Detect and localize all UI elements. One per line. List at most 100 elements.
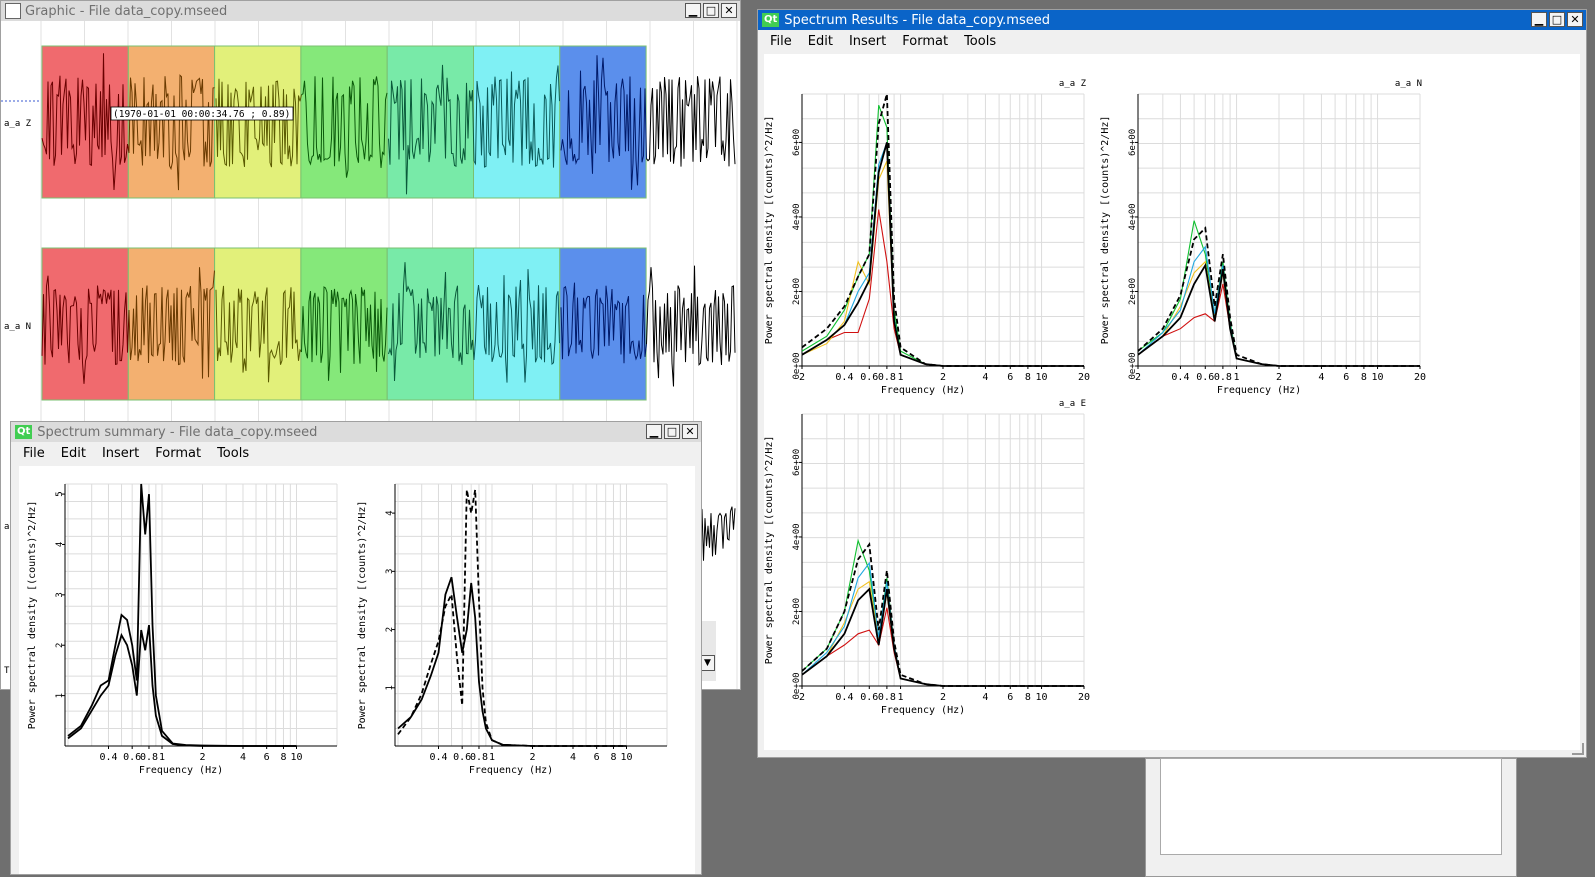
y-tick-label: 3 xyxy=(385,569,395,574)
waveform-trace xyxy=(646,265,736,387)
results-menubar: File Edit Insert Format Tools xyxy=(758,30,1586,52)
y-tick-label: 2 xyxy=(385,627,395,632)
x-tick-label: 0.6 xyxy=(1196,372,1214,383)
x-tick-label: 0.8 xyxy=(878,372,896,383)
minimize-button[interactable]: ▁ xyxy=(646,424,662,439)
x-tick-label: 0.8 xyxy=(140,752,158,763)
x-tick-label: 2 xyxy=(529,752,535,763)
y-tick-label: 4e+00 xyxy=(1128,203,1138,230)
y-axis-label: Power spectral density [(counts)^2/Hz] xyxy=(1100,116,1111,345)
maximize-button[interactable]: □ xyxy=(703,3,719,18)
spectrum-results-window: Qt Spectrum Results - File data_copy.mse… xyxy=(757,9,1587,758)
spectrum-panel-results-Z: 0e+002e+004e+006e+002 0.4 0.6 0.8 1 2 4 6 8 10 20F… xyxy=(764,79,1090,396)
results-titlebar[interactable]: Qt Spectrum Results - File data_copy.mse… xyxy=(758,10,1586,30)
graphic-titlebar[interactable]: Graphic - File data_copy.mseed ▁ □ ✕ xyxy=(1,1,740,21)
x-tick-label: 0.4 xyxy=(99,752,117,763)
x-tick-label: 20 xyxy=(1078,372,1090,383)
menu-tools[interactable]: Tools xyxy=(209,446,257,461)
x-axis-label: Frequency (Hz) xyxy=(139,765,223,776)
menu-format[interactable]: Format xyxy=(147,446,209,461)
x-tick-label: 2 xyxy=(799,692,805,703)
graphic-window-title: Graphic - File data_copy.mseed xyxy=(25,3,228,19)
summary-plots: 123450.4 0.60.8 1 2 4 6 8 10Frequency (Hz)Power… xyxy=(27,483,668,776)
x-tick-label: 2 xyxy=(1135,372,1141,383)
summary-titlebar[interactable]: Qt Spectrum summary - File data_copy.mse… xyxy=(11,422,701,442)
maximize-button[interactable]: □ xyxy=(1549,12,1565,27)
menu-file[interactable]: File xyxy=(15,446,53,461)
spectrum-panel-results-E: 0e+002e+004e+006e+002 0.4 0.6 0.8 1 2 4 6 8 10 20F… xyxy=(764,399,1090,716)
spectrum-panel-results-N: 0e+002e+004e+006e+002 0.4 0.6 0.8 1 2 4 6 8 10 20F… xyxy=(1100,79,1426,396)
x-axis-label: Frequency (Hz) xyxy=(469,765,553,776)
minimize-button[interactable]: ▁ xyxy=(1531,12,1547,27)
y-tick-label: 6e+00 xyxy=(1128,129,1138,156)
y-tick-label: 1 xyxy=(55,693,65,698)
waveform-trace xyxy=(646,76,736,167)
spectrum-summary-window: Qt Spectrum summary - File data_copy.mse… xyxy=(10,421,702,875)
y-tick-label: 6e+00 xyxy=(792,129,802,156)
y-tick-label: 5 xyxy=(55,491,65,496)
menu-tools[interactable]: Tools xyxy=(956,34,1004,49)
close-button[interactable]: ✕ xyxy=(1567,12,1583,27)
y-axis-label: Power spectral density [(counts)^2/Hz] xyxy=(764,116,775,345)
x-tick-label: 10 xyxy=(290,752,302,763)
qt-logo-icon: Qt xyxy=(762,13,780,27)
analysis-window xyxy=(41,247,129,401)
x-tick-label: 8 xyxy=(1025,692,1031,703)
x-tick-label: 0.6 xyxy=(860,692,878,703)
x-tick-label: 0.6 xyxy=(123,752,141,763)
resize-grip-icon[interactable] xyxy=(1572,743,1584,755)
x-tick-label: 8 xyxy=(610,752,616,763)
y-tick-label: 2e+00 xyxy=(792,278,802,305)
minimize-button[interactable]: ▁ xyxy=(685,3,701,18)
y-tick-label: 2e+00 xyxy=(1128,278,1138,305)
x-tick-label: 0.8 xyxy=(1214,372,1232,383)
results-window-title: Spectrum Results - File data_copy.mseed xyxy=(784,12,1050,28)
spectrum-panel-summary-right: 12340.4 0.60.8 1 2 4 6 8 10Frequency (Hz)Power … xyxy=(357,483,668,776)
x-tick-label: 0.4 xyxy=(835,372,853,383)
y-tick-label: 4 xyxy=(55,542,65,547)
x-tick-label: 10 xyxy=(1036,372,1048,383)
y-tick-label: 2e+00 xyxy=(792,598,802,625)
app-icon xyxy=(5,3,21,19)
y-tick-label: 1 xyxy=(385,685,395,690)
menu-format[interactable]: Format xyxy=(894,34,956,49)
spectrum-series xyxy=(397,489,627,747)
y-axis-label: Power spectral density [(counts)^2/Hz] xyxy=(357,501,368,730)
close-button[interactable]: ✕ xyxy=(721,3,737,18)
x-tick-label: 0.6 xyxy=(860,372,878,383)
analysis-window xyxy=(127,45,216,199)
x-tick-label: 4 xyxy=(1318,372,1324,383)
x-tick-label: 0.4 xyxy=(835,692,853,703)
x-tick-label: 2 xyxy=(940,692,946,703)
x-axis-label: Frequency (Hz) xyxy=(881,705,965,716)
x-tick-label: 1 xyxy=(1234,372,1240,383)
x-tick-label: 20 xyxy=(1414,372,1426,383)
channel-label: a_a E xyxy=(1059,399,1086,409)
x-tick-label: 4 xyxy=(982,372,988,383)
y-tick-label: 4 xyxy=(385,510,395,515)
menu-insert[interactable]: Insert xyxy=(841,34,894,49)
menu-file[interactable]: File xyxy=(762,34,800,49)
results-canvas: 0e+00 2e+00 4e+00 6e+00 2 0.4 0.6 0.8 1 2 4 6 8 10 20 F… xyxy=(764,54,1580,750)
close-button[interactable]: ✕ xyxy=(682,424,698,439)
channel-label: a_a Z xyxy=(1059,79,1087,89)
menu-edit[interactable]: Edit xyxy=(800,34,841,49)
menu-edit[interactable]: Edit xyxy=(53,446,94,461)
x-tick-label: 0.4 xyxy=(1171,372,1189,383)
maximize-button[interactable]: □ xyxy=(664,424,680,439)
x-tick-label: 0.6 xyxy=(453,752,471,763)
spectrum-panel-summary-left: 123450.4 0.60.8 1 2 4 6 8 10Frequency (Hz)Power… xyxy=(27,483,338,776)
y-axis-label: Power spectral density [(counts)^2/Hz] xyxy=(764,436,775,665)
summary-canvas: 1 2 3 4 5 0.4 0.6 0.8 1 2 4 6 8 10 Frequency (Hz) Power… xyxy=(19,466,695,874)
x-tick-label: 10 xyxy=(1372,372,1384,383)
background-panel xyxy=(1160,758,1502,855)
channel-label: a_a Z xyxy=(4,119,32,129)
cursor-tooltip: (1970-01-01 00:00:34.76 ; 0.89) xyxy=(113,109,290,120)
x-tick-label: 2 xyxy=(1276,372,1282,383)
x-tick-label: 4 xyxy=(982,692,988,703)
scroll-down-arrow-icon[interactable]: ▼ xyxy=(700,655,715,671)
summary-window-title: Spectrum summary - File data_copy.mseed xyxy=(37,424,318,440)
x-axis-label: Frequency (Hz) xyxy=(1217,385,1301,396)
menu-insert[interactable]: Insert xyxy=(94,446,147,461)
spectrum-series xyxy=(67,483,297,747)
